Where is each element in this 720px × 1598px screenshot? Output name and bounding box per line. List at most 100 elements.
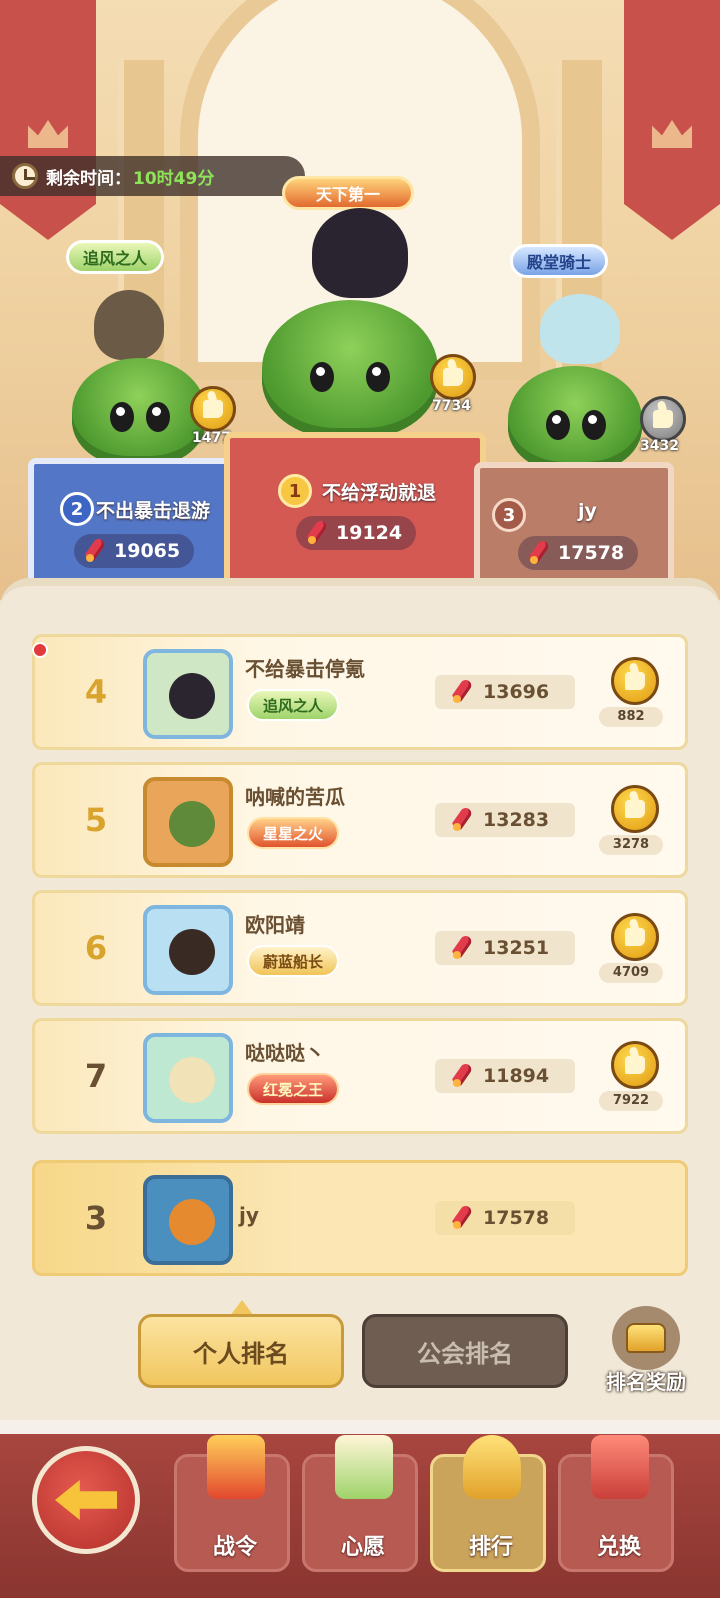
eye	[110, 402, 134, 432]
rocket-icon	[449, 807, 475, 833]
left-banner	[0, 0, 96, 240]
rank-number: 6	[84, 929, 108, 967]
treasure-chest-icon	[612, 1306, 680, 1370]
nav-wish[interactable]: 心愿	[302, 1435, 418, 1572]
rocket-icon	[449, 1205, 475, 1231]
rocket-icon	[449, 935, 475, 961]
avatar[interactable]	[143, 777, 233, 867]
nav-wish-label: 心愿	[340, 1535, 385, 1560]
player-score: 13696	[435, 675, 575, 709]
rocket-icon	[82, 538, 108, 564]
crown-icon	[28, 120, 68, 148]
rank-number: 7	[84, 1057, 108, 1095]
like-button[interactable]	[611, 785, 659, 833]
rocket-icon	[526, 540, 552, 566]
rank-row-6[interactable]: 6 欧阳靖 蔚蓝船长 13251 4709	[32, 890, 688, 1006]
like-third-button[interactable]	[640, 396, 686, 442]
my-name: jy	[239, 1203, 259, 1227]
player-title: 红冕之王	[247, 1073, 340, 1105]
my-score: 17578	[435, 1201, 575, 1235]
tab-guild-ranking[interactable]: 公会排名	[362, 1314, 568, 1388]
timer-label: 剩余时间：	[46, 168, 131, 189]
back-button[interactable]	[32, 1446, 140, 1554]
first-place-bush	[262, 300, 438, 438]
player-name: 欧阳靖	[245, 913, 305, 937]
thumbs-up-icon	[203, 400, 223, 418]
like-count-third: 3432	[640, 438, 679, 454]
ranking-reward-button[interactable]: 排名奖励	[596, 1304, 696, 1394]
eye	[582, 410, 606, 440]
like-first-button[interactable]	[430, 354, 476, 400]
player-score: 13251	[435, 931, 575, 965]
my-rank-number: 3	[84, 1199, 108, 1237]
second-place-name: 不出暴击退游	[96, 500, 211, 522]
second-place-title: 追风之人	[66, 240, 165, 274]
my-rank-row[interactable]: 3 jy 17578	[32, 1160, 688, 1276]
rocket-icon	[449, 1063, 475, 1089]
player-name: 哒哒哒丶	[245, 1041, 325, 1065]
like-count: 4709	[599, 963, 663, 983]
rank-2-medal: 2	[60, 492, 94, 526]
player-name: 不给暴击停氪	[245, 657, 365, 681]
third-place-character[interactable]	[540, 294, 620, 364]
third-place-title: 殿堂骑士	[510, 244, 609, 278]
rocket-icon	[449, 679, 475, 705]
second-place-podium[interactable]: 2 不出暴击退游 19065	[28, 458, 234, 588]
avatar[interactable]	[143, 1033, 233, 1123]
eye	[146, 402, 170, 432]
like-button[interactable]	[611, 913, 659, 961]
thumbs-up-icon	[625, 1056, 645, 1074]
nav-battle-pass[interactable]: 战令	[174, 1435, 290, 1572]
my-avatar[interactable]	[143, 1175, 233, 1265]
trophy-icon	[463, 1435, 521, 1499]
thumbs-up-icon	[625, 800, 645, 818]
second-place-character[interactable]	[94, 290, 164, 360]
player-title: 星星之火	[247, 817, 340, 849]
rocket-icon	[304, 520, 330, 546]
like-count-first: 7734	[432, 398, 471, 414]
first-place-name: 不给浮动就退	[322, 482, 437, 504]
thumbs-up-icon	[653, 410, 673, 428]
eye	[546, 410, 570, 440]
card-icon	[335, 1435, 393, 1499]
rank-row-5[interactable]: 5 呐喊的苦瓜 星星之火 13283 3278	[32, 762, 688, 878]
nav-ranking-label: 排行	[468, 1535, 513, 1560]
rank-number: 5	[84, 801, 108, 839]
first-place-podium[interactable]: 1 不给浮动就退 19124	[224, 432, 486, 592]
rank-row-7[interactable]: 7 哒哒哒丶 红冕之王 11894 7922	[32, 1018, 688, 1134]
nav-ranking[interactable]: 排行	[430, 1435, 546, 1572]
like-second-button[interactable]	[190, 386, 236, 432]
right-banner	[624, 0, 720, 240]
thumbs-up-icon	[443, 368, 463, 386]
clock-icon	[12, 163, 38, 189]
third-place-score: 17578	[518, 536, 639, 570]
player-title: 追风之人	[247, 689, 340, 721]
like-button[interactable]	[611, 1041, 659, 1089]
first-place-score: 19124	[296, 516, 417, 550]
timer-value: 10时49分	[133, 168, 215, 189]
player-title: 蔚蓝船长	[247, 945, 340, 977]
nav-exchange[interactable]: 兑换	[558, 1435, 674, 1572]
rank-1-medal: 1	[278, 474, 312, 508]
avatar[interactable]	[143, 905, 233, 995]
like-count: 882	[599, 707, 663, 727]
first-place-character[interactable]	[312, 208, 408, 298]
eye	[310, 362, 334, 392]
player-score: 11894	[435, 1059, 575, 1093]
first-place-badge: 天下第一	[282, 176, 414, 210]
back-arrow-icon	[55, 1480, 117, 1520]
avatar[interactable]	[143, 649, 233, 739]
ranking-reward-label: 排名奖励	[606, 1370, 686, 1394]
thumbs-up-icon	[625, 672, 645, 690]
like-button[interactable]	[611, 657, 659, 705]
crown-icon	[652, 120, 692, 148]
rank-row-4[interactable]: 4 不给暴击停氪 追风之人 13696 882	[32, 634, 688, 750]
second-place-score: 19065	[74, 534, 195, 568]
gift-icon	[207, 1435, 265, 1499]
third-place-podium[interactable]: 3 jy 17578	[474, 462, 674, 588]
thumbs-up-icon	[625, 928, 645, 946]
player-score: 13283	[435, 803, 575, 837]
rank-3-medal: 3	[492, 498, 526, 532]
third-place-bush	[508, 366, 642, 472]
tab-personal-ranking[interactable]: 个人排名	[138, 1314, 344, 1388]
